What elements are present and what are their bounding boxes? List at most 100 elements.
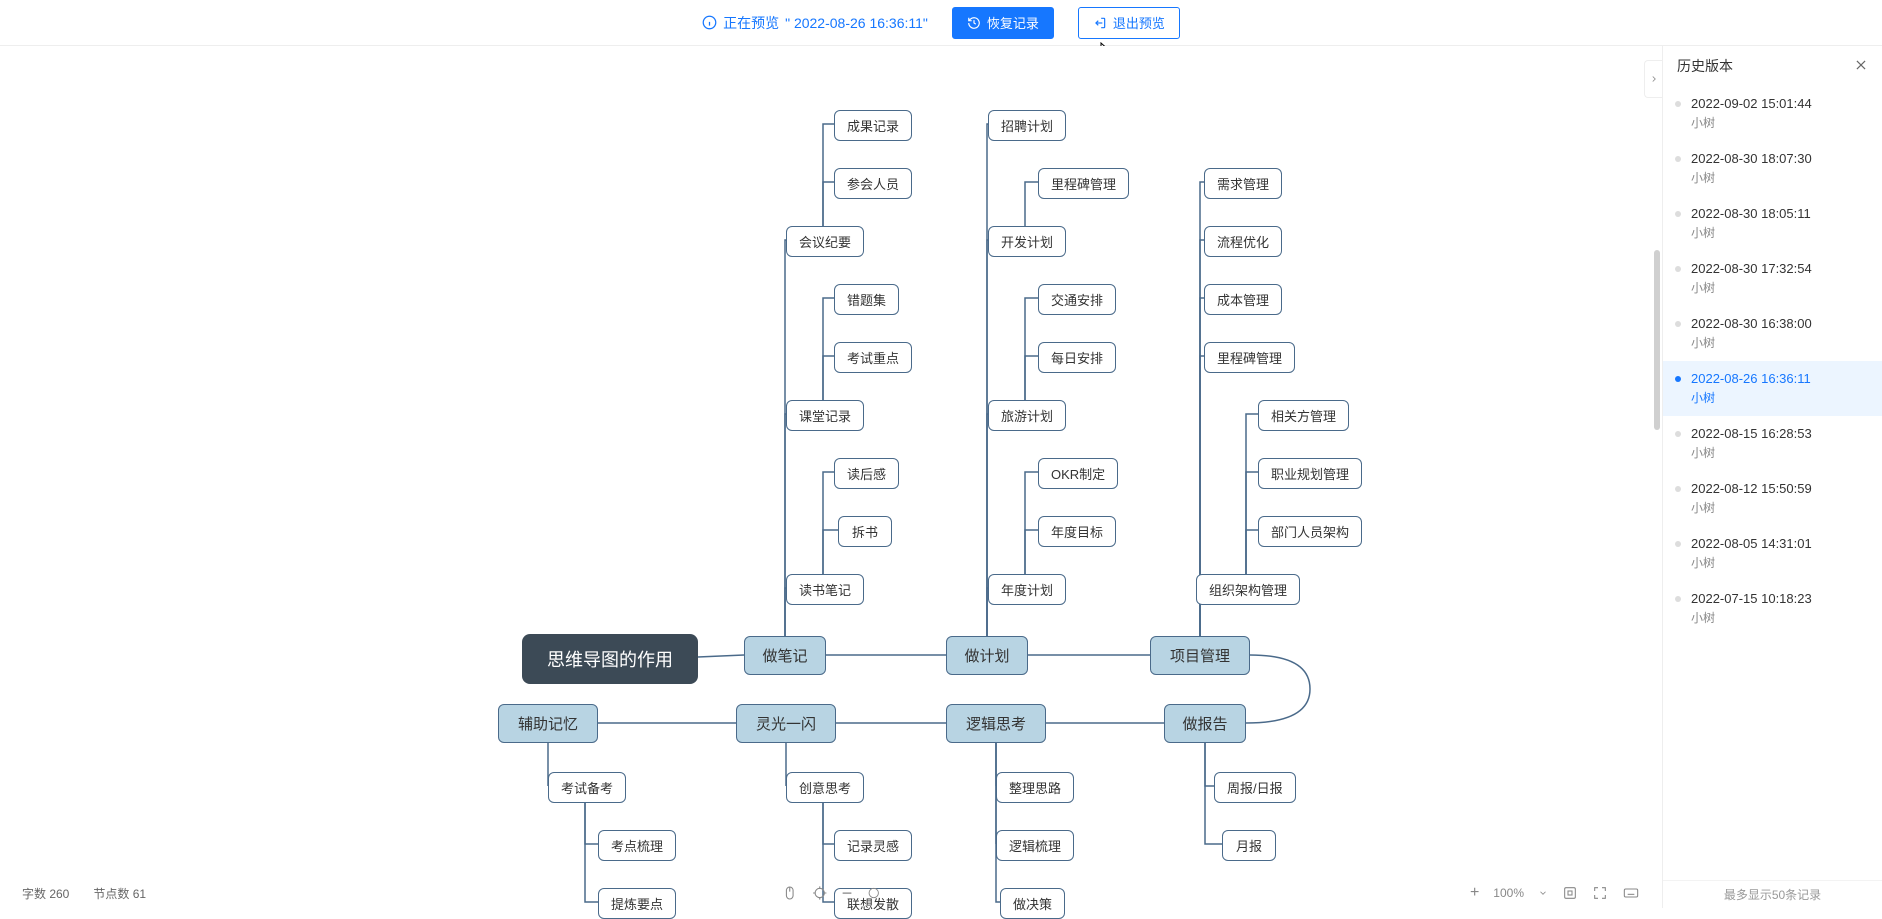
version-item[interactable]: 2022-09-02 15:01:44 小树: [1663, 86, 1882, 141]
preview-prefix: 正在预览: [723, 13, 779, 33]
mindmap-node[interactable]: 做笔记: [744, 636, 826, 675]
exit-icon: [1093, 16, 1107, 30]
mindmap-node[interactable]: 相关方管理: [1258, 400, 1349, 431]
mindmap-node[interactable]: 灵光一闪: [736, 704, 836, 743]
keyboard-icon[interactable]: [1622, 885, 1640, 901]
chevron-down-icon[interactable]: [1538, 888, 1548, 898]
mindmap-node[interactable]: 交通安排: [1038, 284, 1116, 315]
version-user: 小树: [1691, 334, 1868, 351]
mindmap-node[interactable]: 成果记录: [834, 110, 912, 141]
mindmap-node[interactable]: 项目管理: [1150, 636, 1250, 675]
focus-icon[interactable]: [1562, 885, 1578, 901]
version-user: 小树: [1691, 389, 1868, 406]
mindmap-node[interactable]: 里程碑管理: [1038, 168, 1129, 199]
mindmap-node[interactable]: OKR制定: [1038, 458, 1118, 489]
preview-info: 正在预览 " 2022-08-26 16:36:11": [702, 13, 928, 33]
close-icon[interactable]: [1854, 58, 1868, 75]
version-timestamp: 2022-07-15 10:18:23: [1691, 591, 1868, 606]
mouse-icon[interactable]: [782, 885, 798, 901]
history-icon: [967, 16, 981, 30]
version-timestamp: 2022-08-30 18:05:11: [1691, 206, 1868, 221]
mindmap-node[interactable]: 月报: [1222, 830, 1276, 861]
canvas-scrollbar[interactable]: [1652, 50, 1660, 876]
mindmap-node[interactable]: 成本管理: [1204, 284, 1282, 315]
version-item[interactable]: 2022-08-12 15:50:59小树: [1663, 471, 1882, 526]
panel-header: 历史版本: [1663, 46, 1882, 86]
mindmap-node[interactable]: 逻辑思考: [946, 704, 1046, 743]
mindmap-node[interactable]: 记录灵感: [834, 830, 912, 861]
zoom-out-icon[interactable]: −: [842, 883, 853, 904]
mindmap-node[interactable]: 读后感: [834, 458, 899, 489]
mindmap-node[interactable]: 年度计划: [988, 574, 1066, 605]
scrollbar-thumb[interactable]: [1654, 250, 1660, 430]
version-user: 小树: [1691, 114, 1868, 131]
info-icon: [702, 15, 717, 30]
mindmap-node[interactable]: 开发计划: [988, 226, 1066, 257]
mindmap-node[interactable]: 里程碑管理: [1204, 342, 1295, 373]
zoom-level[interactable]: 100%: [1493, 886, 1524, 900]
status-bar: 字数 260 节点数 61 − + 100%: [0, 878, 1662, 908]
mindmap-node[interactable]: 参会人员: [834, 168, 912, 199]
zoom-dot-icon[interactable]: [866, 886, 880, 900]
mindmap-node[interactable]: 职业规划管理: [1258, 458, 1362, 489]
mindmap-node[interactable]: 组织架构管理: [1196, 574, 1300, 605]
version-item[interactable]: 2022-07-15 10:18:23 小树: [1663, 581, 1882, 636]
mindmap-node[interactable]: 年度目标: [1038, 516, 1116, 547]
restore-button[interactable]: 恢复记录: [952, 7, 1054, 39]
mindmap-node[interactable]: 考点梳理: [598, 830, 676, 861]
version-item[interactable]: 2022-08-30 18:07:30 小树: [1663, 141, 1882, 196]
mindmap-node[interactable]: 旅游计划: [988, 400, 1066, 431]
mindmap-node[interactable]: 需求管理: [1204, 168, 1282, 199]
preview-topbar: 正在预览 " 2022-08-26 16:36:11" 恢复记录 退出预览: [0, 0, 1882, 46]
mindmap-node[interactable]: 流程优化: [1204, 226, 1282, 257]
panel-title: 历史版本: [1677, 56, 1733, 76]
mindmap-node[interactable]: 辅助记忆: [498, 704, 598, 743]
mindmap-node[interactable]: 课堂记录: [786, 400, 864, 431]
version-user: 小树: [1691, 279, 1868, 296]
zoom-in-icon[interactable]: +: [1470, 884, 1479, 902]
version-timestamp: 2022-08-12 15:50:59: [1691, 481, 1868, 496]
version-user: 小树: [1691, 169, 1868, 186]
mindmap-node[interactable]: 整理思路: [996, 772, 1074, 803]
mindmap-node[interactable]: 会议纪要: [786, 226, 864, 257]
version-user: 小树: [1691, 444, 1868, 461]
version-user: 小树: [1691, 224, 1868, 241]
fullscreen-icon[interactable]: [1592, 885, 1608, 901]
version-item[interactable]: 2022-08-30 16:38:00 小树: [1663, 306, 1882, 361]
versions-list[interactable]: 2022-09-02 15:01:44小树2022-08-30 18:07:30…: [1663, 86, 1882, 880]
version-item[interactable]: 2022-08-15 16:28:53 小树: [1663, 416, 1882, 471]
version-timestamp: 2022-09-02 15:01:44: [1691, 96, 1868, 111]
version-timestamp: 2022-08-15 16:28:53: [1691, 426, 1868, 441]
panel-collapse-button[interactable]: [1644, 60, 1662, 98]
version-item[interactable]: 2022-08-30 17:32:54 小树: [1663, 251, 1882, 306]
mindmap-node[interactable]: 每日安排: [1038, 342, 1116, 373]
version-timestamp: 2022-08-30 16:38:00: [1691, 316, 1868, 331]
mindmap-node[interactable]: 读书笔记: [786, 574, 864, 605]
mindmap-node[interactable]: 创意思考: [786, 772, 864, 803]
mindmap-node[interactable]: 错题集: [834, 284, 899, 315]
mindmap-canvas[interactable]: 思维导图的作用 做笔记 做计划 项目管理辅助记忆 灵光一闪 逻辑思考 做报告 会议纪要 成果记录…: [0, 46, 1882, 908]
mindmap-node[interactable]: 逻辑梳理: [996, 830, 1074, 861]
word-count: 字数 260: [22, 885, 69, 902]
mindmap-node[interactable]: 部门人员架构: [1258, 516, 1362, 547]
version-item[interactable]: 2022-08-05 14:31:01小树: [1663, 526, 1882, 581]
mindmap-node[interactable]: 做报告: [1164, 704, 1246, 743]
version-item[interactable]: 2022-08-30 18:05:11 小树: [1663, 196, 1882, 251]
target-icon[interactable]: [812, 885, 828, 901]
mindmap-node[interactable]: 做计划: [946, 636, 1028, 675]
version-timestamp: 2022-08-05 14:31:01: [1691, 536, 1868, 551]
exit-preview-button[interactable]: 退出预览: [1078, 7, 1180, 39]
version-user: 小树: [1691, 609, 1868, 626]
mindmap-node[interactable]: 思维导图的作用: [522, 634, 698, 684]
mindmap-node[interactable]: 考试备考: [548, 772, 626, 803]
mindmap-node[interactable]: 考试重点: [834, 342, 912, 373]
version-timestamp: 2022-08-30 17:32:54: [1691, 261, 1868, 276]
mindmap-node[interactable]: 拆书: [838, 516, 892, 547]
version-item[interactable]: 2022-08-26 16:36:11 小树: [1663, 361, 1882, 416]
mindmap-node[interactable]: 招聘计划: [988, 110, 1066, 141]
mindmap-node[interactable]: 周报/日报: [1214, 772, 1296, 803]
preview-timestamp: " 2022-08-26 16:36:11": [785, 15, 928, 31]
history-panel: 历史版本 2022-09-02 15:01:44小树2022-08-30 18:…: [1662, 46, 1882, 908]
version-timestamp: 2022-08-26 16:36:11: [1691, 371, 1868, 386]
version-timestamp: 2022-08-30 18:07:30: [1691, 151, 1868, 166]
